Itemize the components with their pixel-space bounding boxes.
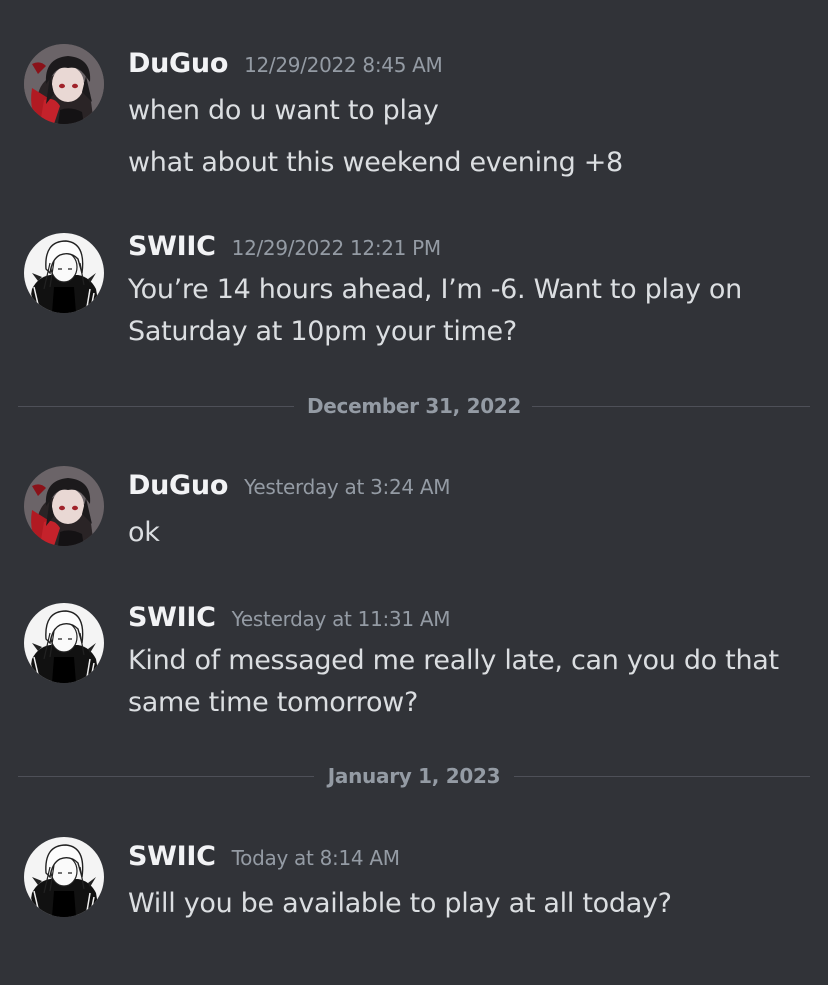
message-group: DuGuo Yesterday at 3:24 AM ok xyxy=(0,466,828,566)
message-group: SWIIC Today at 8:14 AM Will you be avail… xyxy=(0,837,828,937)
duguo-avatar-icon xyxy=(24,466,104,546)
message-header: SWIIC Today at 8:14 AM xyxy=(128,841,400,877)
username[interactable]: SWIIC xyxy=(128,841,216,872)
avatar-duguo[interactable] xyxy=(24,44,104,124)
swiic-avatar-icon xyxy=(24,233,104,313)
timestamp[interactable]: 12/29/2022 12:21 PM xyxy=(232,236,442,260)
divider-label: January 1, 2023 xyxy=(327,764,501,788)
avatar-swiic[interactable] xyxy=(24,837,104,917)
avatar-swiic[interactable] xyxy=(24,603,104,683)
chat-messages: DuGuo 12/29/2022 8:45 AM when do u want … xyxy=(0,0,828,985)
message-text: You’re 14 hours ahead, I’m -6. Want to p… xyxy=(128,274,742,347)
message-header: DuGuo 12/29/2022 8:45 AM xyxy=(128,48,443,84)
message-text: Will you be available to play at all tod… xyxy=(128,888,672,919)
date-divider: January 1, 2023 xyxy=(18,761,810,791)
date-divider: December 31, 2022 xyxy=(18,391,810,421)
message-text: when do u want to play xyxy=(128,95,439,126)
message-group: DuGuo 12/29/2022 8:45 AM when do u want … xyxy=(0,44,828,194)
username[interactable]: DuGuo xyxy=(128,470,228,501)
username[interactable]: SWIIC xyxy=(128,231,216,262)
duguo-avatar-icon xyxy=(24,44,104,124)
username[interactable]: DuGuo xyxy=(128,48,228,79)
message-group: SWIIC Yesterday at 11:31 AM Kind of mess… xyxy=(0,598,828,728)
timestamp[interactable]: Yesterday at 3:24 AM xyxy=(244,475,450,499)
avatar-swiic[interactable] xyxy=(24,233,104,313)
avatar-duguo[interactable] xyxy=(24,466,104,546)
timestamp[interactable]: Today at 8:14 AM xyxy=(232,846,400,870)
swiic-avatar-icon xyxy=(24,603,104,683)
timestamp[interactable]: 12/29/2022 8:45 AM xyxy=(244,53,443,77)
swiic-avatar-icon xyxy=(24,837,104,917)
message-text: ok xyxy=(128,517,160,548)
message-group: SWIIC 12/29/2022 12:21 PM You’re 14 hour… xyxy=(0,227,828,357)
timestamp[interactable]: Yesterday at 11:31 AM xyxy=(232,607,451,631)
message-header: DuGuo Yesterday at 3:24 AM xyxy=(128,470,451,506)
message-text: what about this weekend evening +8 xyxy=(128,147,623,178)
divider-label: December 31, 2022 xyxy=(306,394,522,418)
message-header: SWIIC Yesterday at 11:31 AM xyxy=(128,602,450,638)
message-text: Kind of messaged me really late, can you… xyxy=(128,645,779,718)
message-header: SWIIC 12/29/2022 12:21 PM xyxy=(128,231,441,267)
username[interactable]: SWIIC xyxy=(128,602,216,633)
